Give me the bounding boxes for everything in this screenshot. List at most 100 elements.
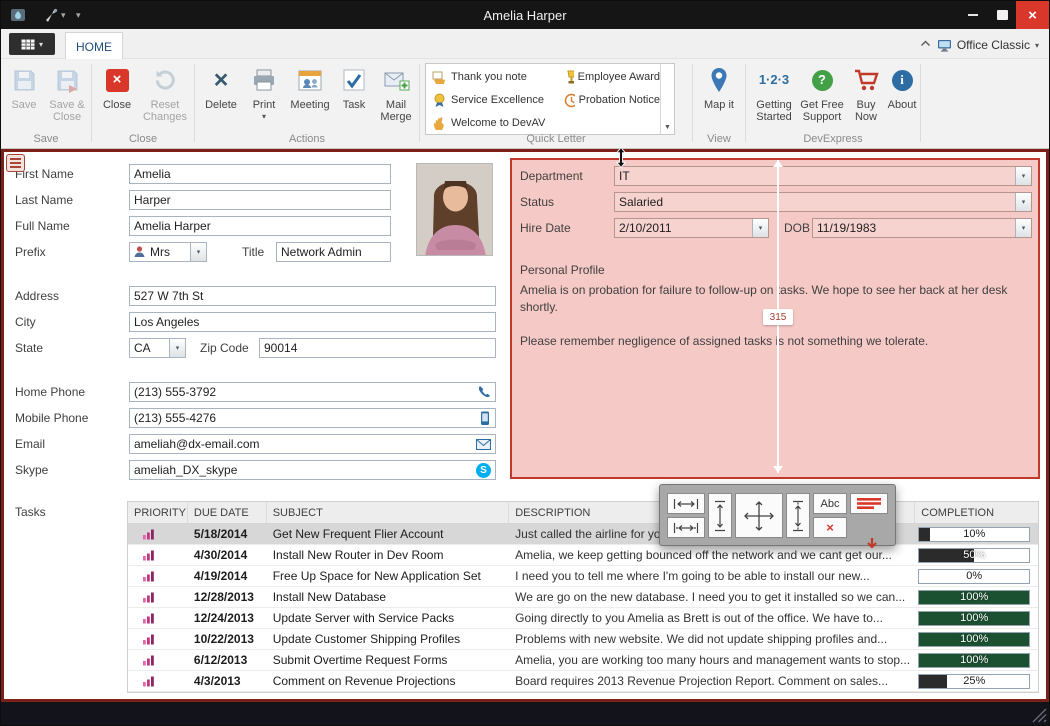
close-window-button[interactable]: × bbox=[1016, 1, 1049, 29]
zip-code-input[interactable]: 90014 bbox=[259, 338, 496, 358]
resize-grip[interactable] bbox=[1032, 708, 1047, 723]
column-header-priority[interactable]: PRIORITY bbox=[128, 502, 188, 523]
prefix-combobox[interactable]: Mrs ▾ bbox=[129, 242, 207, 262]
task-completion-cell: 100% bbox=[915, 650, 1038, 670]
fix-height-button[interactable] bbox=[708, 493, 732, 538]
status-dropdown-button[interactable]: ▾ bbox=[1015, 193, 1031, 211]
full-name-input[interactable]: Amelia Harper bbox=[129, 216, 391, 236]
department-combobox[interactable]: IT ▾ bbox=[614, 166, 1032, 186]
skype-input[interactable]: ameliah_DX_skype S bbox=[129, 460, 496, 480]
map-it-button[interactable]: Map it bbox=[699, 62, 739, 134]
ribbon-collapse-icon[interactable] bbox=[920, 40, 931, 47]
delete-button[interactable]: × Delete bbox=[201, 62, 241, 134]
first-name-input[interactable]: Amelia bbox=[129, 164, 391, 184]
save-button[interactable]: Save bbox=[5, 62, 43, 134]
delete-icon: × bbox=[201, 64, 241, 96]
email-input[interactable]: ameliah@dx-email.com bbox=[129, 434, 496, 454]
table-row[interactable]: 6/12/2013 Submit Overtime Request Forms … bbox=[128, 650, 1038, 671]
close-record-button[interactable]: × Close bbox=[97, 62, 137, 134]
group-caption-save: Save bbox=[1, 133, 91, 145]
table-row[interactable]: 4/30/2014 Install New Router in Dev Room… bbox=[128, 545, 1038, 566]
task-description: Problems with new website. We did not up… bbox=[509, 629, 915, 649]
mail-merge-icon bbox=[375, 64, 417, 96]
fix-height-icon bbox=[714, 499, 726, 533]
getting-started-button[interactable]: 1·2·3 Getting Started bbox=[751, 62, 797, 134]
status-combobox[interactable]: Salaried ▾ bbox=[614, 192, 1032, 212]
column-header-due-date[interactable]: DUE DATE bbox=[188, 502, 267, 523]
table-row[interactable]: 12/24/2013 Update Server with Service Pa… bbox=[128, 608, 1038, 629]
meeting-label: Meeting bbox=[290, 99, 329, 111]
task-button[interactable]: Task bbox=[335, 62, 373, 134]
stretch-height-button[interactable] bbox=[786, 493, 810, 538]
email-value: ameliah@dx-email.com bbox=[134, 437, 260, 451]
last-name-label: Last Name bbox=[15, 193, 73, 207]
remove-item-button[interactable]: × bbox=[813, 517, 847, 538]
quick-letter-item-service-excellence[interactable]: Service Excellence bbox=[428, 89, 556, 111]
print-dropdown-icon[interactable]: ▾ bbox=[245, 111, 283, 123]
reset-changes-icon bbox=[139, 64, 191, 96]
hire-date-dropdown-button[interactable]: ▾ bbox=[752, 219, 768, 237]
dob-picker[interactable]: 11/19/1983 ▾ bbox=[812, 218, 1032, 238]
save-and-close-button[interactable]: Save & Close bbox=[45, 62, 89, 134]
minimize-button[interactable] bbox=[959, 1, 987, 29]
prefix-label: Prefix bbox=[15, 245, 46, 259]
address-input[interactable]: 527 W 7th St bbox=[129, 286, 496, 306]
mobile-phone-label: Mobile Phone bbox=[15, 411, 88, 425]
mobile-phone-input[interactable]: (213) 555-4276 bbox=[129, 408, 496, 428]
completion-bar: 100% bbox=[918, 611, 1030, 626]
meeting-button[interactable]: Meeting bbox=[287, 62, 333, 134]
map-pin-icon bbox=[699, 64, 739, 96]
get-free-support-button[interactable]: ? Get Free Support bbox=[799, 62, 845, 134]
quick-letter-gallery-dropdown[interactable]: ▼ bbox=[660, 64, 674, 134]
table-row[interactable]: 4/3/2013 Comment on Revenue Projections … bbox=[128, 671, 1038, 692]
quick-letter-item-thank-you[interactable]: Thank you note bbox=[428, 66, 556, 88]
table-row[interactable]: 5/18/2014 Get New Frequent Flier Account… bbox=[128, 524, 1038, 545]
fix-width-button[interactable] bbox=[667, 493, 705, 514]
table-row[interactable]: 4/19/2014 Free Up Space for New Applicat… bbox=[128, 566, 1038, 587]
employee-photo[interactable] bbox=[416, 163, 493, 256]
column-header-completion[interactable]: COMPLETION bbox=[915, 502, 1038, 523]
about-button[interactable]: i About bbox=[887, 62, 917, 134]
more-options-arrow-icon[interactable] bbox=[865, 537, 879, 551]
maximize-button[interactable] bbox=[988, 1, 1016, 29]
hire-date-picker[interactable]: 2/10/2011 ▾ bbox=[614, 218, 769, 238]
state-dropdown-button[interactable]: ▾ bbox=[169, 339, 185, 357]
city-value: Los Angeles bbox=[134, 315, 199, 329]
buy-now-button[interactable]: Buy Now bbox=[847, 62, 885, 134]
minimize-icon bbox=[968, 14, 978, 16]
layout-customization-menu-button[interactable] bbox=[6, 154, 25, 172]
quick-letter-item-welcome[interactable]: Welcome to DevAV bbox=[428, 112, 556, 134]
table-row[interactable]: 10/22/2013 Update Customer Shipping Prof… bbox=[128, 629, 1038, 650]
save-label: Save bbox=[11, 99, 36, 111]
last-name-value: Harper bbox=[134, 193, 171, 207]
task-due-date: 6/12/2013 bbox=[188, 650, 267, 670]
about-label: About bbox=[888, 99, 917, 111]
move-item-button[interactable] bbox=[735, 493, 783, 538]
show-label-button[interactable]: Abc bbox=[813, 493, 847, 514]
task-due-date: 4/30/2014 bbox=[188, 545, 267, 565]
dob-dropdown-button[interactable]: ▾ bbox=[1015, 219, 1031, 237]
prefix-dropdown-button[interactable]: ▾ bbox=[190, 243, 206, 261]
last-name-input[interactable]: Harper bbox=[129, 190, 391, 210]
state-combobox[interactable]: CA ▾ bbox=[129, 338, 186, 358]
best-fit-button[interactable] bbox=[850, 493, 888, 514]
quick-letter-item-probation-notice[interactable]: Probation Notice bbox=[560, 89, 660, 111]
application-menu-button[interactable]: ▾ bbox=[9, 33, 55, 55]
skin-chooser[interactable]: Office Classic ▾ bbox=[937, 35, 1039, 55]
tab-home[interactable]: HOME bbox=[65, 32, 123, 60]
home-phone-input[interactable]: (213) 555-3792 bbox=[129, 382, 496, 402]
employee-award-icon bbox=[564, 70, 574, 85]
mail-merge-button[interactable]: Mail Merge bbox=[375, 62, 417, 134]
department-dropdown-button[interactable]: ▾ bbox=[1015, 167, 1031, 185]
table-row[interactable]: 12/28/2013 Install New Database We are g… bbox=[128, 587, 1038, 608]
employee-edit-form: First Name Last Name Full Name Prefix Ad… bbox=[1, 149, 1049, 702]
city-input[interactable]: Los Angeles bbox=[129, 312, 496, 332]
quick-letter-item-employee-award[interactable]: Employee Award bbox=[560, 66, 660, 88]
reset-changes-button[interactable]: Reset Changes bbox=[139, 62, 191, 134]
column-header-subject[interactable]: SUBJECT bbox=[267, 502, 509, 523]
print-button[interactable]: Print ▾ bbox=[245, 62, 283, 134]
stretch-width-button[interactable] bbox=[667, 517, 705, 538]
title-input[interactable]: Network Admin bbox=[276, 242, 391, 262]
task-subject: Comment on Revenue Projections bbox=[267, 671, 509, 691]
meeting-icon bbox=[287, 64, 333, 96]
